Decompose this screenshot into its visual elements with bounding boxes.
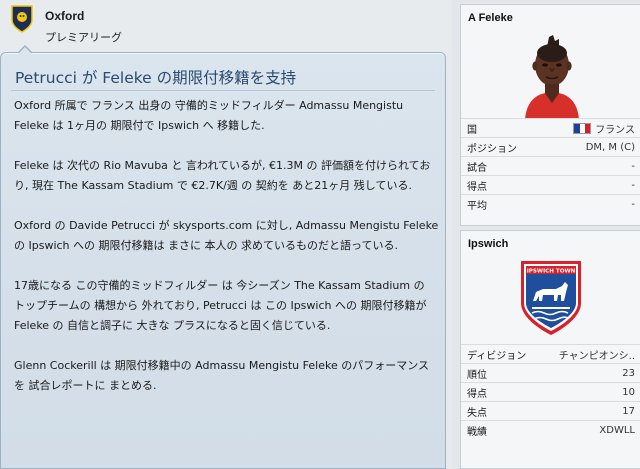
row-value: - — [631, 198, 635, 210]
row-value: - — [631, 179, 635, 191]
row-label: 得点 — [467, 388, 487, 400]
row-value: - — [631, 160, 635, 172]
table-row: 失点 17 — [461, 401, 640, 420]
player-info-panel: A Feleke 国 フランス ポジション DM, M (C) 試合 - 得点 … — [460, 4, 640, 226]
row-label: 試合 — [467, 162, 487, 174]
row-value: 17 — [622, 405, 635, 417]
nationality-value[interactable]: フランス — [573, 121, 635, 136]
player-name-link[interactable]: A Feleke — [461, 5, 640, 27]
news-header: Oxford プレミアリーグ — [0, 0, 452, 52]
club-info-panel: Ipswich IPSWICH TOWN ディビジョン チャンピオンシ.. 順位… — [460, 230, 640, 469]
crest-text: IPSWICH TOWN — [527, 269, 576, 275]
row-value: 23 — [622, 367, 635, 379]
table-row: ポジション DM, M (C) — [461, 137, 640, 156]
table-row: 得点 10 — [461, 382, 640, 401]
row-label: 国 — [467, 124, 477, 136]
article-body: Oxford 所属で フランス 出身の 守備的ミッドフィルダー Admassu … — [14, 96, 439, 396]
row-value: DM, M (C) — [585, 141, 635, 153]
nationality-text: フランス — [595, 124, 635, 136]
table-row: 順位 23 — [461, 363, 640, 382]
club-name-link[interactable]: Ipswich — [461, 231, 640, 253]
article-paragraph: Oxford の Davide Petrucci が skysports.com… — [14, 219, 439, 252]
row-label: 順位 — [467, 369, 487, 381]
article-paragraph: Feleke は 次代の Rio Mavuba と 言われているが, €1.3M… — [14, 159, 431, 192]
table-row: 国 フランス — [461, 118, 640, 137]
player-portrait-icon — [525, 35, 579, 119]
division-link[interactable]: チャンピオンシ.. — [559, 347, 635, 362]
article-paragraph: Glenn Cockerill は 期限付移籍中の Admassu Mengis… — [14, 359, 429, 392]
article-headline: Petrucci が Feleke の期限付移籍を支持 — [15, 69, 297, 87]
headline-divider — [11, 90, 435, 91]
row-label: 得点 — [467, 181, 487, 193]
table-row: 試合 - — [461, 156, 640, 175]
table-row: 得点 - — [461, 175, 640, 194]
table-row: ディビジョン チャンピオンシ.. — [461, 344, 640, 363]
club-stats-table: ディビジョン チャンピオンシ.. 順位 23 得点 10 失点 17 戦績 XD… — [461, 344, 640, 439]
row-label: ディビジョン — [467, 350, 527, 362]
ipswich-crest-icon[interactable]: IPSWICH TOWN — [518, 259, 584, 337]
club-name-link[interactable]: Oxford — [45, 9, 84, 23]
league-name: プレミアリーグ — [45, 31, 122, 44]
row-label: 戦績 — [467, 426, 487, 438]
france-flag-icon — [573, 122, 592, 134]
oxford-badge-icon[interactable] — [10, 4, 34, 34]
row-label: 失点 — [467, 407, 487, 419]
news-article-card: Petrucci が Feleke の期限付移籍を支持 Oxford 所属で フ… — [0, 45, 446, 469]
form-value: XDWLL — [599, 424, 635, 436]
table-row: 戦績 XDWLL — [461, 420, 640, 439]
table-row: 平均 - — [461, 194, 640, 213]
row-label: 平均 — [467, 200, 487, 212]
player-attributes-table: 国 フランス ポジション DM, M (C) 試合 - 得点 - 平均 - — [461, 118, 640, 213]
row-value: 10 — [622, 386, 635, 398]
article-paragraph: Oxford 所属で フランス 出身の 守備的ミッドフィルダー Admassu … — [14, 99, 404, 132]
article-paragraph: 17歳になる この守備的ミッドフィルダー は 今シーズン The Kassam … — [14, 279, 427, 332]
callout-pointer-inner — [18, 47, 32, 54]
row-label: ポジション — [467, 143, 517, 155]
